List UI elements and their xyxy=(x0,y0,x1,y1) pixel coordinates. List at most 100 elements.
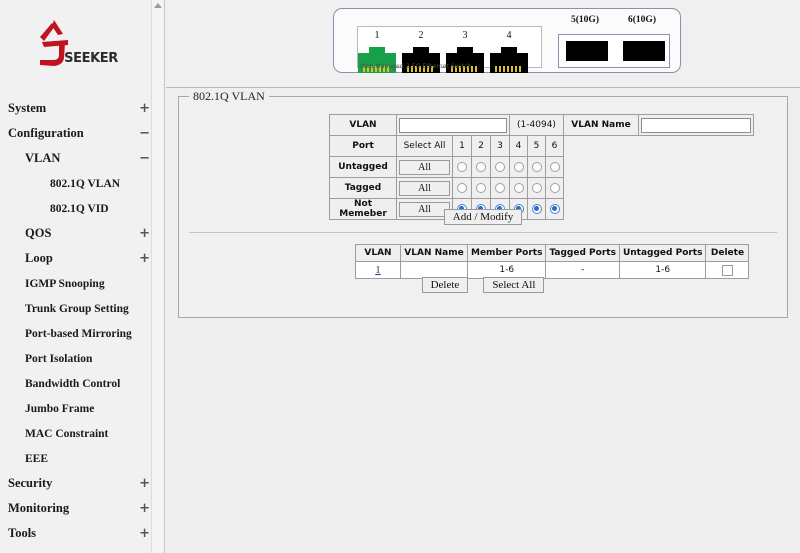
rj45-port-4-icon[interactable] xyxy=(490,47,528,73)
plus-icon[interactable]: + xyxy=(139,227,150,240)
select-all-header: Select All xyxy=(396,135,453,157)
untagged-port-6-cell xyxy=(545,156,564,178)
sidebar-item-configuration[interactable]: Configuration − xyxy=(0,121,164,146)
sidebar-item-trunk-group-setting[interactable]: Trunk Group Setting xyxy=(0,296,164,321)
sidebar-item-monitoring[interactable]: Monitoring + xyxy=(0,496,164,521)
sidebar-item-security[interactable]: Security + xyxy=(0,471,164,496)
tagged-all-button[interactable]: All xyxy=(399,180,450,196)
sidebar-item-system[interactable]: System + xyxy=(0,96,164,121)
sidebar-item-label: Port Isolation xyxy=(25,352,93,365)
port-header-row: Port Select All 1 2 3 4 5 6 xyxy=(329,135,754,157)
plus-icon[interactable]: + xyxy=(139,502,150,515)
sidebar-item-label: System xyxy=(8,101,47,115)
sidebar-item-mac-constraint[interactable]: MAC Constraint xyxy=(0,421,164,446)
untagged-label: Untagged xyxy=(329,156,397,178)
untagged-row: Untagged All xyxy=(329,156,754,178)
sidebar-item-qos[interactable]: QOS + xyxy=(0,221,164,246)
untagged-select-all-cell: All xyxy=(396,156,453,178)
tagged-port-6-radio[interactable] xyxy=(549,182,560,193)
tagged-port-4-cell xyxy=(509,177,528,199)
sidebar-item-label: Tools xyxy=(8,526,37,540)
cell-vlan-name xyxy=(400,261,468,279)
col-member-ports: Member Ports xyxy=(466,244,547,262)
vlan-config-table: VLAN (1-4094) VLAN Name Port Select All … xyxy=(329,114,754,220)
vlan-id-input[interactable] xyxy=(399,117,507,133)
sidebar-item-label: Monitoring xyxy=(8,501,70,515)
untagged-port-6-radio[interactable] xyxy=(549,161,560,172)
sidebar-item-label: IGMP Snooping xyxy=(25,277,105,290)
main-content: 1 2 3 4 Web Managed 2.5G Ethernet Switch… xyxy=(166,0,800,553)
plus-icon[interactable]: + xyxy=(139,477,150,490)
untagged-port-4-cell xyxy=(509,156,528,178)
tagged-port-2-radio[interactable] xyxy=(475,182,486,193)
sidebar-item-loop[interactable]: Loop + xyxy=(0,246,164,271)
port-col-1: 1 xyxy=(451,135,472,157)
header-band: 1 2 3 4 Web Managed 2.5G Ethernet Switch… xyxy=(166,0,800,88)
plus-icon[interactable]: + xyxy=(139,102,150,115)
sidebar-scrollbar[interactable] xyxy=(151,0,163,553)
untagged-port-2-cell xyxy=(470,156,491,178)
tagged-port-5-radio[interactable] xyxy=(531,182,542,193)
sfp-port-5-label: 5(10G) xyxy=(571,15,599,25)
sidebar-item-label: 802.1Q VLAN xyxy=(50,177,121,190)
vlan-list-table: VLAN VLAN Name Member Ports Tagged Ports… xyxy=(355,244,750,279)
port-col-6: 6 xyxy=(545,135,564,157)
tagged-port-6-cell xyxy=(545,177,564,199)
sfp-port-6-icon[interactable] xyxy=(623,41,665,61)
sfp-port-6-label: 6(10G) xyxy=(628,15,656,25)
table-row: 1 1-6 - 1-6 xyxy=(355,261,750,279)
untagged-port-4-radio[interactable] xyxy=(513,161,524,172)
panel-legend: 802.1Q VLAN xyxy=(189,89,269,104)
plus-icon[interactable]: + xyxy=(139,527,150,540)
vlan-label: VLAN xyxy=(329,114,397,136)
add-modify-button[interactable]: Add / Modify xyxy=(443,209,523,225)
sidebar-item-port-based-mirroring[interactable]: Port-based Mirroring xyxy=(0,321,164,346)
port-col-2: 2 xyxy=(470,135,491,157)
scroll-up-arrow-icon[interactable] xyxy=(153,3,162,8)
sidebar-item-tools[interactable]: Tools + xyxy=(0,521,164,546)
cell-member-ports: 1-6 xyxy=(466,261,547,279)
vlan-config-panel: 802.1Q VLAN VLAN (1-4094) VLAN Name Port xyxy=(178,89,788,318)
untagged-port-1-radio[interactable] xyxy=(456,161,467,172)
tagged-port-5-cell xyxy=(527,177,546,199)
delete-button[interactable]: Delete xyxy=(421,277,469,293)
delete-row-checkbox[interactable] xyxy=(721,264,733,276)
switch-port-diagram: 1 2 3 4 Web Managed 2.5G Ethernet Switch… xyxy=(333,8,681,73)
port-header-label: Port xyxy=(329,135,397,157)
untagged-port-5-cell xyxy=(527,156,546,178)
untagged-port-5-radio[interactable] xyxy=(531,161,542,172)
select-all-button[interactable]: Select All xyxy=(483,277,545,293)
tagged-port-1-radio[interactable] xyxy=(456,182,467,193)
cell-untagged-ports: 1-6 xyxy=(618,261,707,279)
sfp-port-5-icon[interactable] xyxy=(566,41,608,61)
minus-icon[interactable]: − xyxy=(139,127,150,140)
minus-icon[interactable]: − xyxy=(139,152,150,165)
sidebar-item-igmp-snooping[interactable]: IGMP Snooping xyxy=(0,271,164,296)
sidebar-item-vlan[interactable]: VLAN − xyxy=(0,146,164,171)
vlan-name-input[interactable] xyxy=(641,117,751,133)
sidebar-item-label: MAC Constraint xyxy=(25,427,109,440)
tagged-port-4-radio[interactable] xyxy=(513,182,524,193)
vlan-id-link[interactable]: 1 xyxy=(375,264,381,276)
plus-icon[interactable]: + xyxy=(139,252,150,265)
untagged-all-button[interactable]: All xyxy=(399,159,450,175)
tagged-port-3-radio[interactable] xyxy=(494,182,505,193)
sidebar-item-bandwidth-control[interactable]: Bandwidth Control xyxy=(0,371,164,396)
sidebar-item-8021q-vid[interactable]: 802.1Q VID xyxy=(0,196,164,221)
add-modify-row: Add / Modify xyxy=(179,209,787,225)
sidebar-item-jumbo-frame[interactable]: Jumbo Frame xyxy=(0,396,164,421)
brand-name: SEEKER xyxy=(64,50,118,66)
port-col-4: 4 xyxy=(509,135,528,157)
untagged-port-2-radio[interactable] xyxy=(475,161,486,172)
port-number-label: 3 xyxy=(462,30,468,41)
sidebar-item-port-isolation[interactable]: Port Isolation xyxy=(0,346,164,371)
sidebar-item-8021q-vlan[interactable]: 802.1Q VLAN xyxy=(0,171,164,196)
sidebar-item-label: 802.1Q VID xyxy=(50,202,109,215)
brand-logo: SEEKER xyxy=(0,0,164,88)
switch-model-caption: Web Managed 2.5G Ethernet Switch xyxy=(360,63,472,70)
cell-tagged-ports: - xyxy=(545,261,620,279)
untagged-port-3-radio[interactable] xyxy=(494,161,505,172)
col-tagged-ports: Tagged Ports xyxy=(545,244,620,262)
sidebar-item-eee[interactable]: EEE xyxy=(0,446,164,471)
spacer-cell xyxy=(564,178,754,199)
